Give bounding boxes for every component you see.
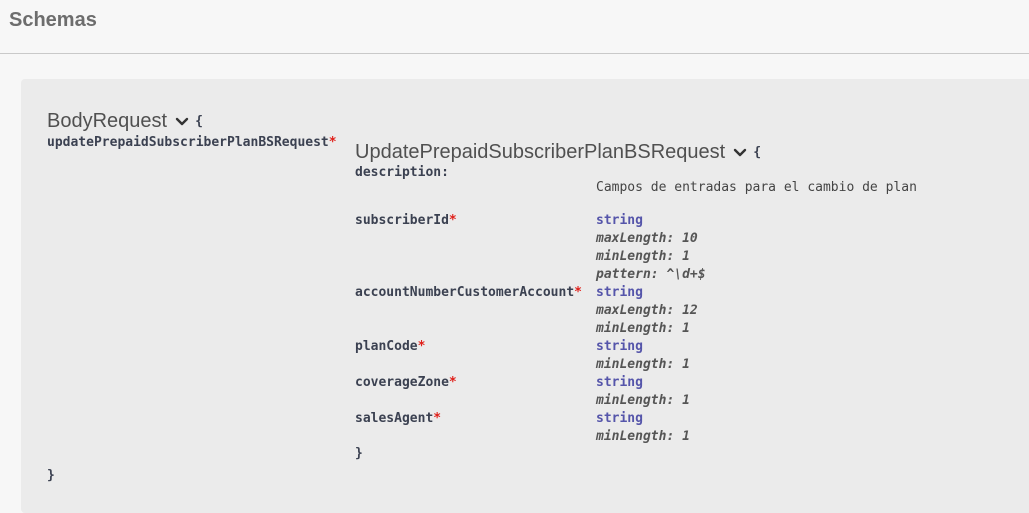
open-brace: { — [195, 114, 203, 130]
property-type: string — [596, 285, 643, 300]
required-mark: * — [448, 375, 457, 390]
property-type: string — [596, 411, 643, 426]
constraint: minLength: 1 — [596, 429, 690, 444]
required-mark: * — [328, 135, 337, 150]
close-brace-outer: } — [47, 468, 55, 483]
constraint: minLength: 1 — [596, 321, 690, 336]
property-name-plancode: planCode* — [355, 339, 426, 354]
property-type: string — [596, 213, 643, 228]
constraint: minLength: 1 — [596, 249, 690, 264]
property-name-coveragezone: coverageZone* — [355, 375, 457, 390]
property-name-subscriberid: subscriberId* — [355, 213, 457, 228]
model-toggle-updateprepaidsubscriberplanbsrequest[interactable]: UpdatePrepaidSubscriberPlanBSRequest { — [355, 141, 761, 164]
required-mark: * — [433, 411, 442, 426]
close-brace-inner: } — [355, 446, 363, 461]
model-toggle-bodyrequest[interactable]: BodyRequest { — [47, 110, 203, 133]
model-name-inner: UpdatePrepaidSubscriberPlanBSRequest — [355, 141, 726, 163]
description-value: Campos de entradas para el cambio de pla… — [596, 180, 917, 195]
open-brace: { — [753, 145, 762, 161]
constraint: minLength: 1 — [596, 393, 690, 408]
required-mark: * — [417, 339, 426, 354]
property-name-updateprepaidsubscriberplanbsrequest: updatePrepaidSubscriberPlanBSRequest* — [47, 135, 337, 150]
constraint: pattern: ^\d+$ — [596, 267, 706, 282]
constraint: maxLength: 12 — [596, 303, 698, 318]
model-name-bodyrequest: BodyRequest — [47, 110, 168, 132]
constraint: maxLength: 10 — [596, 231, 698, 246]
constraint: minLength: 1 — [596, 357, 690, 372]
schemas-section-header[interactable]: Schemas — [0, 0, 1029, 54]
required-mark: * — [448, 213, 457, 228]
property-type: string — [596, 375, 643, 390]
property-type: string — [596, 339, 643, 354]
chevron-down-icon[interactable] — [733, 148, 747, 158]
section-title: Schemas — [9, 9, 97, 31]
property-name-accountnumbercustomeraccount: accountNumberCustomerAccount* — [355, 285, 582, 300]
model-container: BodyRequest { updatePrepaidSubscriberPlan… — [21, 79, 1029, 513]
description-label: description: — [355, 165, 449, 180]
property-name-salesagent: salesAgent* — [355, 411, 442, 426]
required-mark: * — [574, 285, 582, 300]
chevron-down-icon[interactable] — [175, 117, 189, 127]
